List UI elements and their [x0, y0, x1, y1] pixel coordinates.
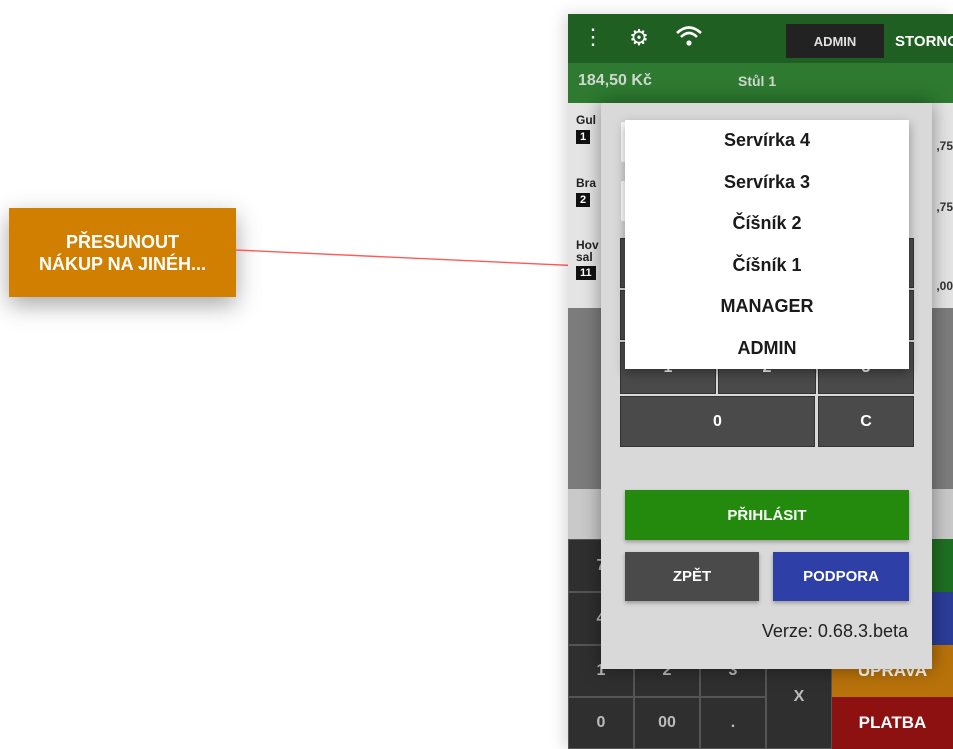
user-option[interactable]: Číšník 1 — [625, 245, 909, 287]
support-button[interactable]: PODPORA — [773, 552, 909, 601]
order-total: 184,50 Kč — [578, 72, 652, 89]
wifi-icon — [674, 24, 704, 54]
item-price: ,75 — [936, 200, 953, 214]
item-qty: 11 — [576, 266, 596, 280]
callout-line-2: NÁKUP NA JINÉH... — [38, 253, 207, 274]
table-label: Stůl 1 — [738, 73, 777, 89]
pin-key-clear[interactable]: C — [818, 396, 914, 447]
order-summary-bar: 184,50 Kč Stůl 1 — [568, 63, 953, 103]
user-tab[interactable]: ADMIN — [786, 24, 884, 58]
top-bar: ⋮ ⚙ ADMIN STORNO — [568, 14, 953, 63]
key-00[interactable]: 00 — [634, 697, 700, 749]
storno-button[interactable]: STORNO — [895, 24, 953, 58]
user-option[interactable]: MANAGER — [625, 286, 909, 328]
item-qty: 2 — [576, 193, 591, 207]
item-price: ,75 — [936, 139, 953, 153]
pin-key-0[interactable]: 0 — [620, 396, 815, 447]
pay-button[interactable]: PLATBA — [832, 697, 953, 749]
annotation-callout: PŘESUNOUT NÁKUP NA JINÉH... — [9, 208, 236, 297]
item-qty: 1 — [576, 130, 591, 144]
version-label: Verze: 0.68.3.beta — [761, 621, 908, 641]
user-option[interactable]: Číšník 2 — [625, 203, 909, 245]
user-option[interactable]: ADMIN — [625, 328, 909, 370]
login-button[interactable]: PŘIHLÁSIT — [625, 490, 909, 540]
gear-icon[interactable]: ⚙ — [626, 25, 652, 51]
user-option[interactable]: Servírka 3 — [625, 162, 909, 204]
back-button[interactable]: ZPĚT — [625, 552, 759, 601]
user-option[interactable]: Servírka 4 — [625, 120, 909, 162]
key-0[interactable]: 0 — [568, 697, 634, 749]
item-price: ,00 — [936, 279, 953, 293]
callout-line-1: PŘESUNOUT — [65, 231, 179, 252]
key-dot[interactable]: . — [700, 697, 766, 749]
more-vertical-icon[interactable]: ⋮ — [582, 24, 604, 50]
user-dropdown-list: Servírka 4 Servírka 3 Číšník 2 Číšník 1 … — [625, 120, 909, 369]
